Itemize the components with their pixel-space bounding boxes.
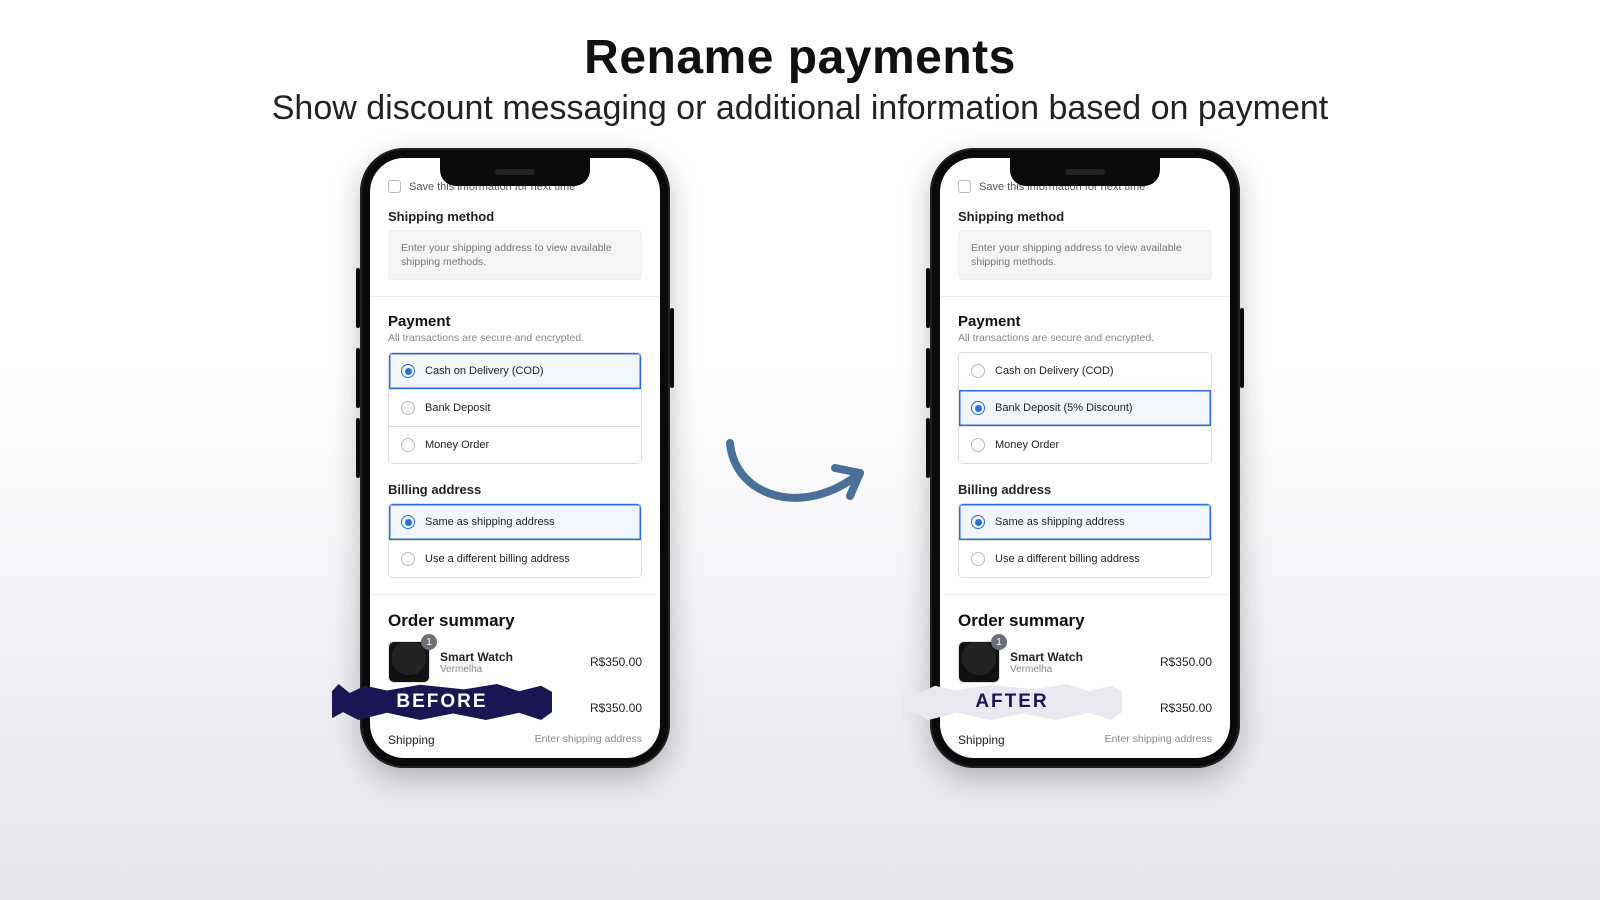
billing-options: Same as shipping address Use a different… xyxy=(388,503,642,578)
payment-option-label: Cash on Delivery (COD) xyxy=(995,365,1114,377)
shipping-method-title: Shipping method xyxy=(388,209,642,224)
order-summary-title: Order summary xyxy=(958,611,1212,631)
billing-option-different[interactable]: Use a different billing address xyxy=(389,540,641,577)
checkout-screen-before: Save this information for next time Ship… xyxy=(370,158,660,758)
radio-icon xyxy=(971,552,985,566)
phone-notch xyxy=(1010,158,1160,186)
page-header: Rename payments Show discount messaging … xyxy=(0,0,1600,128)
payment-options: Cash on Delivery (COD) Bank Deposit Mone… xyxy=(388,352,642,464)
payment-options: Cash on Delivery (COD) Bank Deposit (5% … xyxy=(958,352,1212,464)
divider xyxy=(940,296,1230,297)
divider xyxy=(940,594,1230,595)
radio-icon xyxy=(971,438,985,452)
payment-option-bank[interactable]: Bank Deposit xyxy=(389,389,641,426)
product-name: Smart Watch xyxy=(440,650,580,664)
subtotal-value: R$350.00 xyxy=(1160,701,1212,715)
payment-option-money-order[interactable]: Money Order xyxy=(959,426,1211,463)
shipping-value: Enter shipping address xyxy=(535,733,642,747)
billing-option-label: Use a different billing address xyxy=(995,553,1140,565)
payment-subtitle: All transactions are secure and encrypte… xyxy=(388,332,642,344)
billing-title: Billing address xyxy=(388,482,642,497)
billing-option-different[interactable]: Use a different billing address xyxy=(959,540,1211,577)
payment-option-label: Cash on Delivery (COD) xyxy=(425,365,544,377)
qty-badge: 1 xyxy=(421,634,437,650)
shipping-label: Shipping xyxy=(388,733,435,747)
payment-option-cod[interactable]: Cash on Delivery (COD) xyxy=(959,353,1211,389)
qty-badge: 1 xyxy=(991,634,1007,650)
radio-icon xyxy=(401,552,415,566)
payment-title: Payment xyxy=(388,313,642,330)
radio-icon xyxy=(971,364,985,378)
billing-option-label: Use a different billing address xyxy=(425,553,570,565)
summary-item-row: 1 Smart Watch Vermelha R$350.00 xyxy=(388,641,642,683)
shipping-value: Enter shipping address xyxy=(1105,733,1212,747)
billing-option-same[interactable]: Same as shipping address xyxy=(389,504,641,540)
checkout-screen-after: Save this information for next time Ship… xyxy=(940,158,1230,758)
page-subtitle: Show discount messaging or additional in… xyxy=(0,89,1600,128)
radio-icon xyxy=(401,438,415,452)
payment-option-label: Money Order xyxy=(995,439,1059,451)
payment-option-cod[interactable]: Cash on Delivery (COD) xyxy=(389,353,641,389)
shipping-label: Shipping xyxy=(958,733,1005,747)
phone-mockup-before: Save this information for next time Ship… xyxy=(360,148,670,768)
shipping-method-hint: Enter your shipping address to view avai… xyxy=(958,230,1212,280)
radio-icon xyxy=(971,515,985,529)
product-price: R$350.00 xyxy=(1160,655,1212,669)
summary-item-row: 1 Smart Watch Vermelha R$350.00 xyxy=(958,641,1212,683)
shipping-row: Shipping Enter shipping address xyxy=(958,733,1212,747)
arrow-icon xyxy=(715,428,885,528)
payment-option-label: Money Order xyxy=(425,439,489,451)
page-title: Rename payments xyxy=(0,30,1600,85)
product-thumb: 1 xyxy=(958,641,1000,683)
radio-icon xyxy=(401,401,415,415)
billing-option-label: Same as shipping address xyxy=(425,516,555,528)
save-info-checkbox[interactable] xyxy=(388,180,401,193)
product-variant: Vermelha xyxy=(1010,664,1150,675)
payment-option-bank[interactable]: Bank Deposit (5% Discount) xyxy=(959,389,1211,426)
payment-option-label: Bank Deposit (5% Discount) xyxy=(995,402,1133,414)
shipping-row: Shipping Enter shipping address xyxy=(388,733,642,747)
billing-option-label: Same as shipping address xyxy=(995,516,1125,528)
shipping-method-title: Shipping method xyxy=(958,209,1212,224)
billing-option-same[interactable]: Same as shipping address xyxy=(959,504,1211,540)
radio-icon xyxy=(971,401,985,415)
radio-icon xyxy=(401,515,415,529)
divider xyxy=(370,296,660,297)
payment-option-label: Bank Deposit xyxy=(425,402,490,414)
subtotal-value: R$350.00 xyxy=(590,701,642,715)
product-thumb: 1 xyxy=(388,641,430,683)
payment-title: Payment xyxy=(958,313,1212,330)
payment-subtitle: All transactions are secure and encrypte… xyxy=(958,332,1212,344)
phone-notch xyxy=(440,158,590,186)
product-variant: Vermelha xyxy=(440,664,580,675)
save-info-checkbox[interactable] xyxy=(958,180,971,193)
shipping-method-hint: Enter your shipping address to view avai… xyxy=(388,230,642,280)
phone-mockup-after: Save this information for next time Ship… xyxy=(930,148,1240,768)
payment-option-money-order[interactable]: Money Order xyxy=(389,426,641,463)
product-price: R$350.00 xyxy=(590,655,642,669)
product-name: Smart Watch xyxy=(1010,650,1150,664)
radio-icon xyxy=(401,364,415,378)
billing-options: Same as shipping address Use a different… xyxy=(958,503,1212,578)
billing-title: Billing address xyxy=(958,482,1212,497)
divider xyxy=(370,594,660,595)
order-summary-title: Order summary xyxy=(388,611,642,631)
